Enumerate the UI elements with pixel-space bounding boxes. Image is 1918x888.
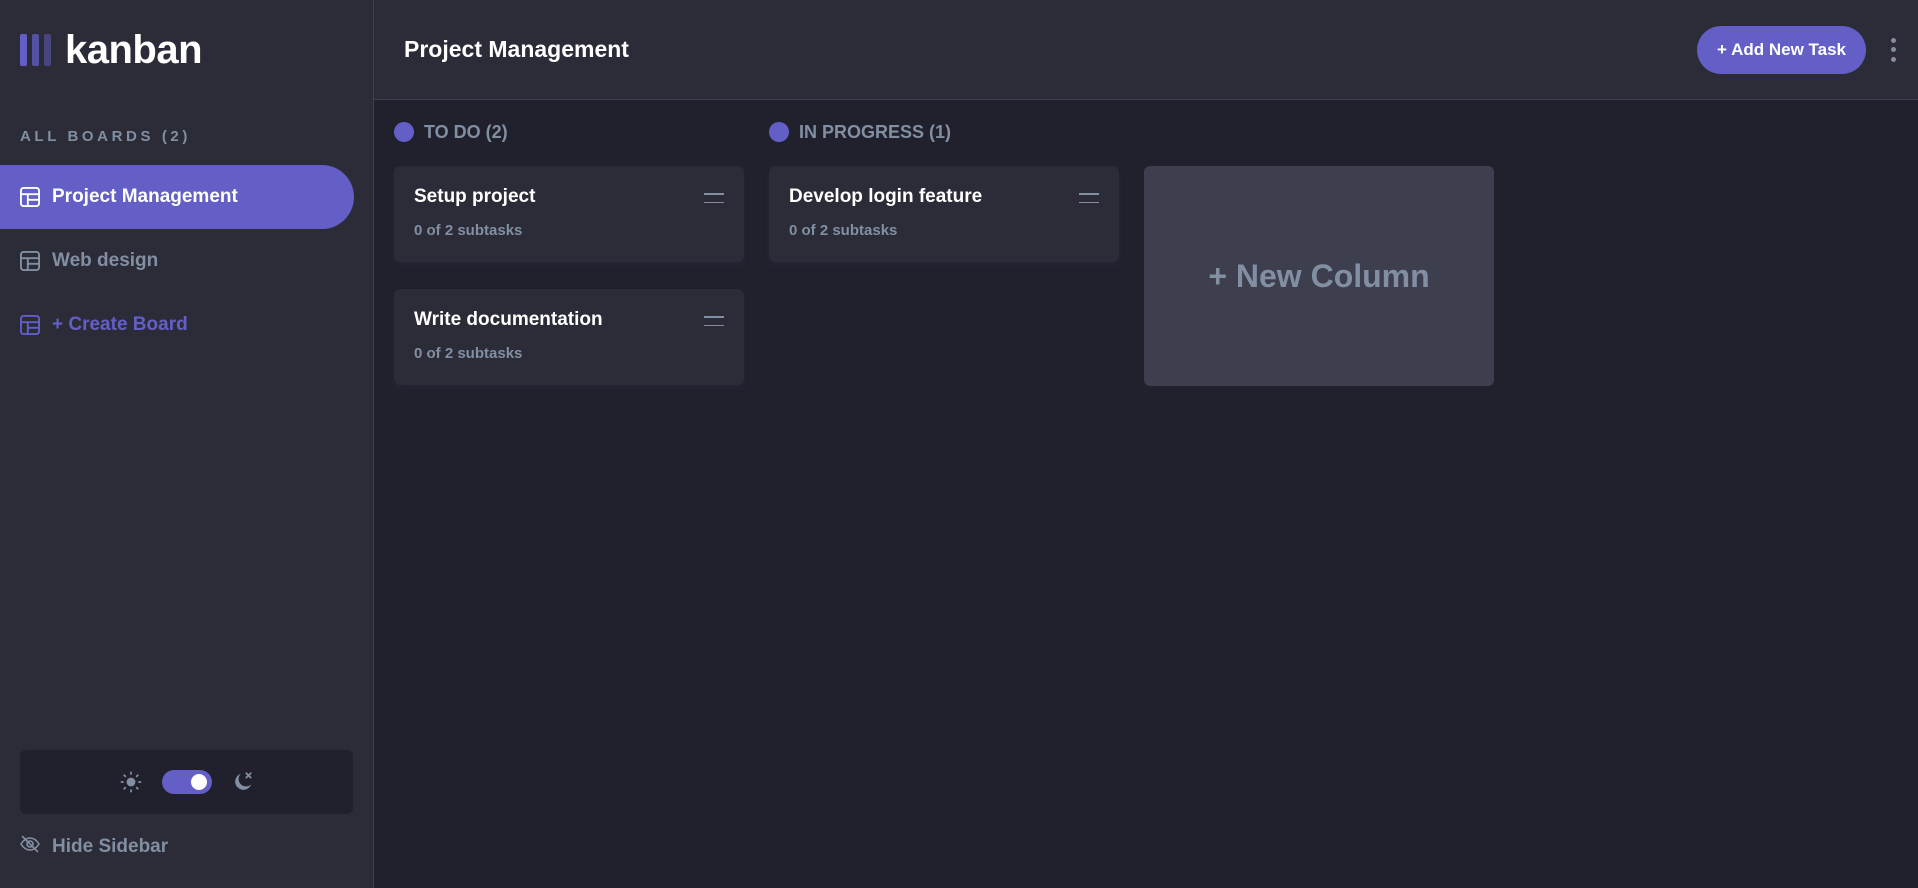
column-title: IN PROGRESS (1): [799, 121, 952, 142]
drag-handle-icon[interactable]: [704, 193, 724, 203]
logo-text: kanban: [65, 27, 203, 72]
logo-icon: [20, 34, 51, 66]
sidebar-item-label: Project Management: [52, 186, 238, 207]
board-list: Project Management Web design + Create B…: [0, 165, 373, 357]
sidebar-item-web-design[interactable]: Web design: [0, 229, 354, 293]
sidebar-item-project-management[interactable]: Project Management: [0, 165, 354, 229]
task-title: Setup project: [414, 186, 536, 207]
eye-slash-icon: [20, 835, 40, 859]
drag-handle-icon[interactable]: [704, 316, 724, 326]
moon-icon: [232, 771, 254, 793]
task-title: Write documentation: [414, 309, 603, 330]
app-root: kanban ALL BOARDS (2) Project Management…: [0, 0, 1918, 888]
create-board-label: + Create Board: [52, 314, 188, 335]
sun-icon: [120, 771, 142, 793]
column-header: IN PROGRESS (1): [769, 120, 1119, 144]
logo: kanban: [0, 0, 373, 100]
task-title: Develop login feature: [789, 186, 983, 207]
theme-toggle-panel: [20, 750, 353, 814]
board: TO DO (2) Setup project 0 of 2 subtasks …: [374, 100, 1918, 412]
column-todo: TO DO (2) Setup project 0 of 2 subtasks …: [394, 120, 744, 412]
task-subtasks: 0 of 2 subtasks: [789, 222, 898, 239]
column-header: TO DO (2): [394, 120, 744, 144]
task-card[interactable]: Develop login feature 0 of 2 subtasks: [769, 166, 1119, 262]
sidebar-item-label: Web design: [52, 250, 159, 271]
theme-switch[interactable]: [161, 770, 212, 794]
drag-handle-icon[interactable]: [1079, 193, 1099, 203]
task-card[interactable]: Setup project 0 of 2 subtasks: [394, 166, 744, 262]
new-column-button[interactable]: + New Column: [1144, 166, 1494, 386]
sidebar: kanban ALL BOARDS (2) Project Management…: [0, 0, 374, 888]
header: Project Management + Add New Task: [374, 0, 1918, 100]
board-icon: [20, 251, 40, 271]
all-boards-heading: ALL BOARDS (2): [20, 128, 191, 145]
page-title: Project Management: [404, 36, 629, 62]
board-icon: [20, 315, 40, 335]
task-subtasks: 0 of 2 subtasks: [414, 345, 523, 362]
add-new-task-button[interactable]: + Add New Task: [1697, 25, 1866, 74]
task-subtasks: 0 of 2 subtasks: [414, 222, 523, 239]
main-area: Project Management + Add New Task TO DO …: [374, 0, 1918, 888]
create-board-button[interactable]: + Create Board: [0, 293, 354, 357]
task-card[interactable]: Write documentation 0 of 2 subtasks: [394, 289, 744, 385]
vertical-ellipsis-icon[interactable]: [1888, 37, 1898, 62]
theme-switch-knob: [190, 774, 207, 790]
column-status-dot: [394, 122, 414, 142]
column-in-progress: IN PROGRESS (1) Develop login feature 0 …: [769, 120, 1119, 412]
column-title: TO DO (2): [424, 121, 508, 142]
column-status-dot: [769, 122, 789, 142]
board-icon: [20, 187, 40, 207]
hide-sidebar-label: Hide Sidebar: [52, 836, 169, 857]
hide-sidebar-button[interactable]: Hide Sidebar: [0, 814, 373, 880]
